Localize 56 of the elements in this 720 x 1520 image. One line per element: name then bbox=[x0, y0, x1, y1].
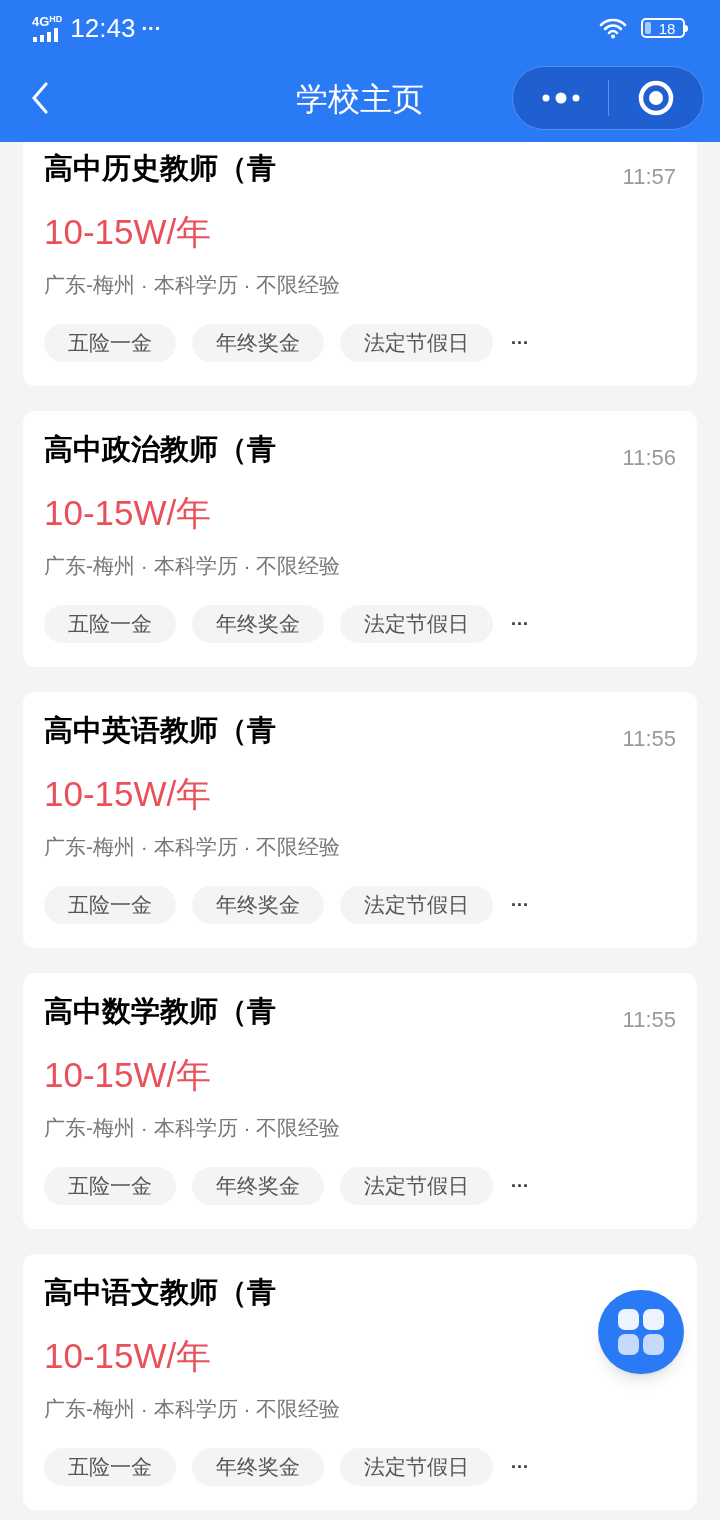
post-time: 11:55 bbox=[622, 1006, 676, 1034]
apps-icon bbox=[616, 1307, 666, 1357]
job-title: 高中语文教师（青 bbox=[44, 1275, 276, 1310]
benefit-tag: 五险一金 bbox=[44, 605, 176, 643]
battery-fill bbox=[645, 22, 651, 34]
job-card[interactable]: 高中历史教师（青 11:57 10-15W/年 广东-梅州 · 本科学历 · 不限经验 五险一金 年终奖金 法定节假日 ··· bbox=[23, 142, 697, 386]
post-time: 11:56 bbox=[622, 444, 676, 472]
job-requirements: 广东-梅州 · 本科学历 · 不限经验 bbox=[44, 834, 341, 860]
benefit-tag: 法定节假日 bbox=[340, 1167, 493, 1205]
page-title: 学校主页 bbox=[296, 80, 424, 119]
more-icon bbox=[540, 92, 581, 104]
salary: 10-15W/年 bbox=[44, 1335, 212, 1377]
job-card[interactable]: 高中英语教师（青 11:55 10-15W/年 广东-梅州 · 本科学历 · 不限经验 五险一金 年终奖金 法定节假日 ··· bbox=[23, 692, 697, 948]
target-icon bbox=[637, 79, 675, 117]
benefit-tag: 法定节假日 bbox=[340, 605, 493, 643]
salary: 10-15W/年 bbox=[44, 1054, 212, 1096]
benefit-tag: 年终奖金 bbox=[192, 324, 324, 362]
salary: 10-15W/年 bbox=[44, 773, 212, 815]
battery-level: 18 bbox=[657, 20, 677, 36]
benefit-tag: 法定节假日 bbox=[340, 886, 493, 924]
wifi-icon bbox=[599, 17, 627, 39]
benefit-tag: 法定节假日 bbox=[340, 1448, 493, 1486]
more-tags: ··· bbox=[511, 610, 529, 638]
salary: 10-15W/年 bbox=[44, 492, 212, 534]
job-card[interactable]: 高中语文教师（青 10-15W/年 广东-梅州 · 本科学历 · 不限经验 五险一金 年终奖金 法定节假日 ··· bbox=[23, 1254, 697, 1510]
job-requirements: 广东-梅州 · 本科学历 · 不限经验 bbox=[44, 553, 341, 579]
job-requirements: 广东-梅州 · 本科学历 · 不限经验 bbox=[44, 1115, 341, 1141]
benefit-tag: 五险一金 bbox=[44, 1167, 176, 1205]
job-title: 高中政治教师（青 bbox=[44, 432, 276, 467]
job-title: 高中历史教师（青 bbox=[44, 151, 276, 186]
post-time: 11:55 bbox=[622, 725, 676, 753]
job-requirements: 广东-梅州 · 本科学历 · 不限经验 bbox=[44, 272, 341, 298]
benefit-tag: 五险一金 bbox=[44, 886, 176, 924]
more-tags: ··· bbox=[511, 1172, 529, 1200]
job-requirements: 广东-梅州 · 本科学历 · 不限经验 bbox=[44, 1396, 341, 1422]
salary: 10-15W/年 bbox=[44, 211, 212, 253]
back-icon bbox=[31, 82, 49, 114]
more-tags: ··· bbox=[511, 1453, 529, 1481]
network-label: 4G bbox=[32, 14, 50, 28]
benefit-tag: 五险一金 bbox=[44, 1448, 176, 1486]
job-card[interactable]: 高中数学教师（青 11:55 10-15W/年 广东-梅州 · 本科学历 · 不限经验 五险一金 年终奖金 法定节假日 ··· bbox=[23, 973, 697, 1229]
post-time: 11:57 bbox=[622, 163, 676, 191]
network-type-label: HD bbox=[49, 14, 63, 24]
benefit-tag: 法定节假日 bbox=[340, 324, 493, 362]
job-title: 高中英语教师（青 bbox=[44, 713, 276, 748]
more-tags: ··· bbox=[511, 891, 529, 919]
job-card[interactable]: 高中政治教师（青 11:56 10-15W/年 广东-梅州 · 本科学历 · 不限经验 五险一金 年终奖金 法定节假日 ··· bbox=[23, 411, 697, 667]
benefit-tag: 年终奖金 bbox=[192, 886, 324, 924]
benefit-tag: 五险一金 bbox=[44, 324, 176, 362]
job-title: 高中数学教师（青 bbox=[44, 994, 276, 1029]
benefit-tag: 年终奖金 bbox=[192, 1448, 324, 1486]
benefit-tag: 年终奖金 bbox=[192, 605, 324, 643]
more-tags: ··· bbox=[511, 329, 529, 357]
benefit-tag: 年终奖金 bbox=[192, 1167, 324, 1205]
more-notifications: ··· bbox=[141, 16, 162, 41]
clock-time: 12:43 bbox=[70, 11, 136, 45]
